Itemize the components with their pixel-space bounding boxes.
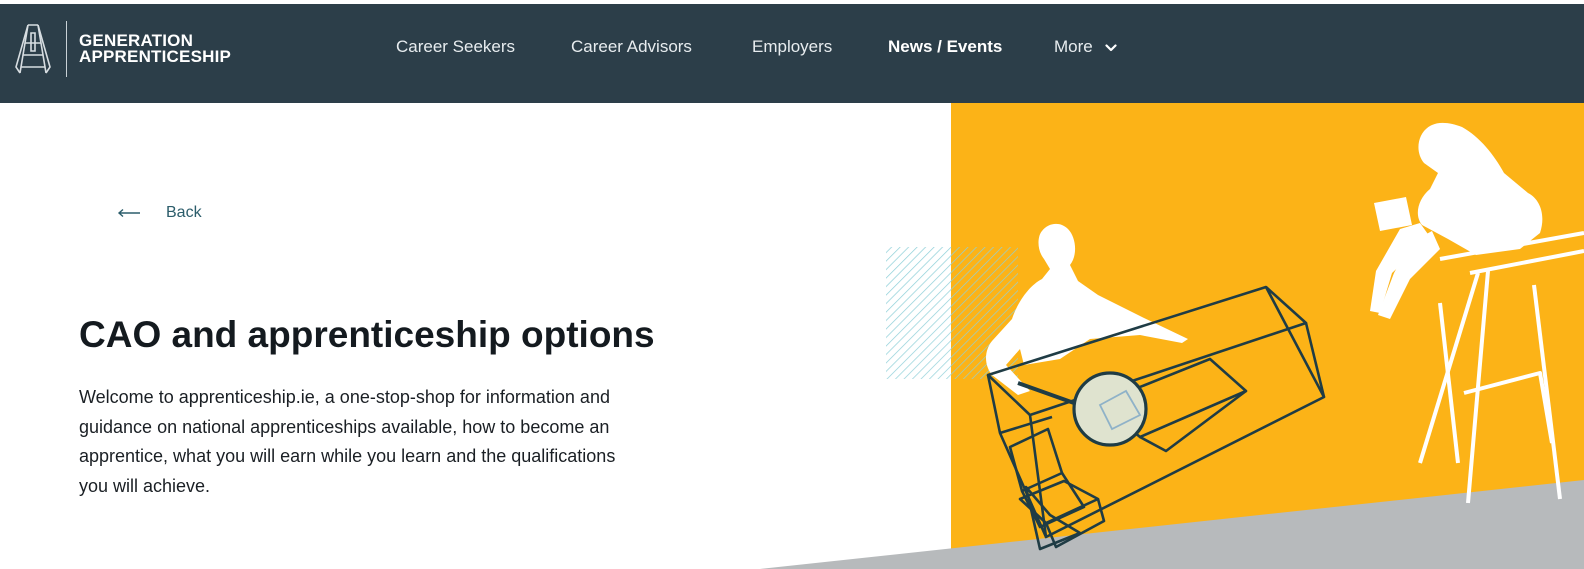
logo-link[interactable]: GENERATION APPRENTICESHIP [14,19,231,79]
nav-more-label: More [1054,37,1093,56]
nav-career-advisors[interactable]: Career Advisors [571,37,692,57]
logo-divider [66,21,67,77]
nav-career-seekers[interactable]: Career Seekers [396,37,515,57]
logo-wordmark: GENERATION APPRENTICESHIP [79,32,232,66]
ladder-logo-icon [15,24,51,74]
back-link[interactable]: Back [117,204,202,222]
chevron-down-icon [1105,43,1118,51]
arrow-left-icon [117,208,140,218]
intro-paragraph: Welcome to apprenticeship.ie, a one-stop… [79,387,616,496]
nav-news-events[interactable]: News / Events [888,37,1002,57]
nav-employers[interactable]: Employers [752,37,832,57]
site-header: GENERATION APPRENTICESHIP Career Seekers… [0,4,1584,103]
nav-more-dropdown[interactable]: More [1054,37,1118,57]
page-title: CAO and apprenticeship options [79,314,655,355]
back-label: Back [166,204,202,221]
logo-line-2: APPRENTICESHIP [79,47,232,66]
